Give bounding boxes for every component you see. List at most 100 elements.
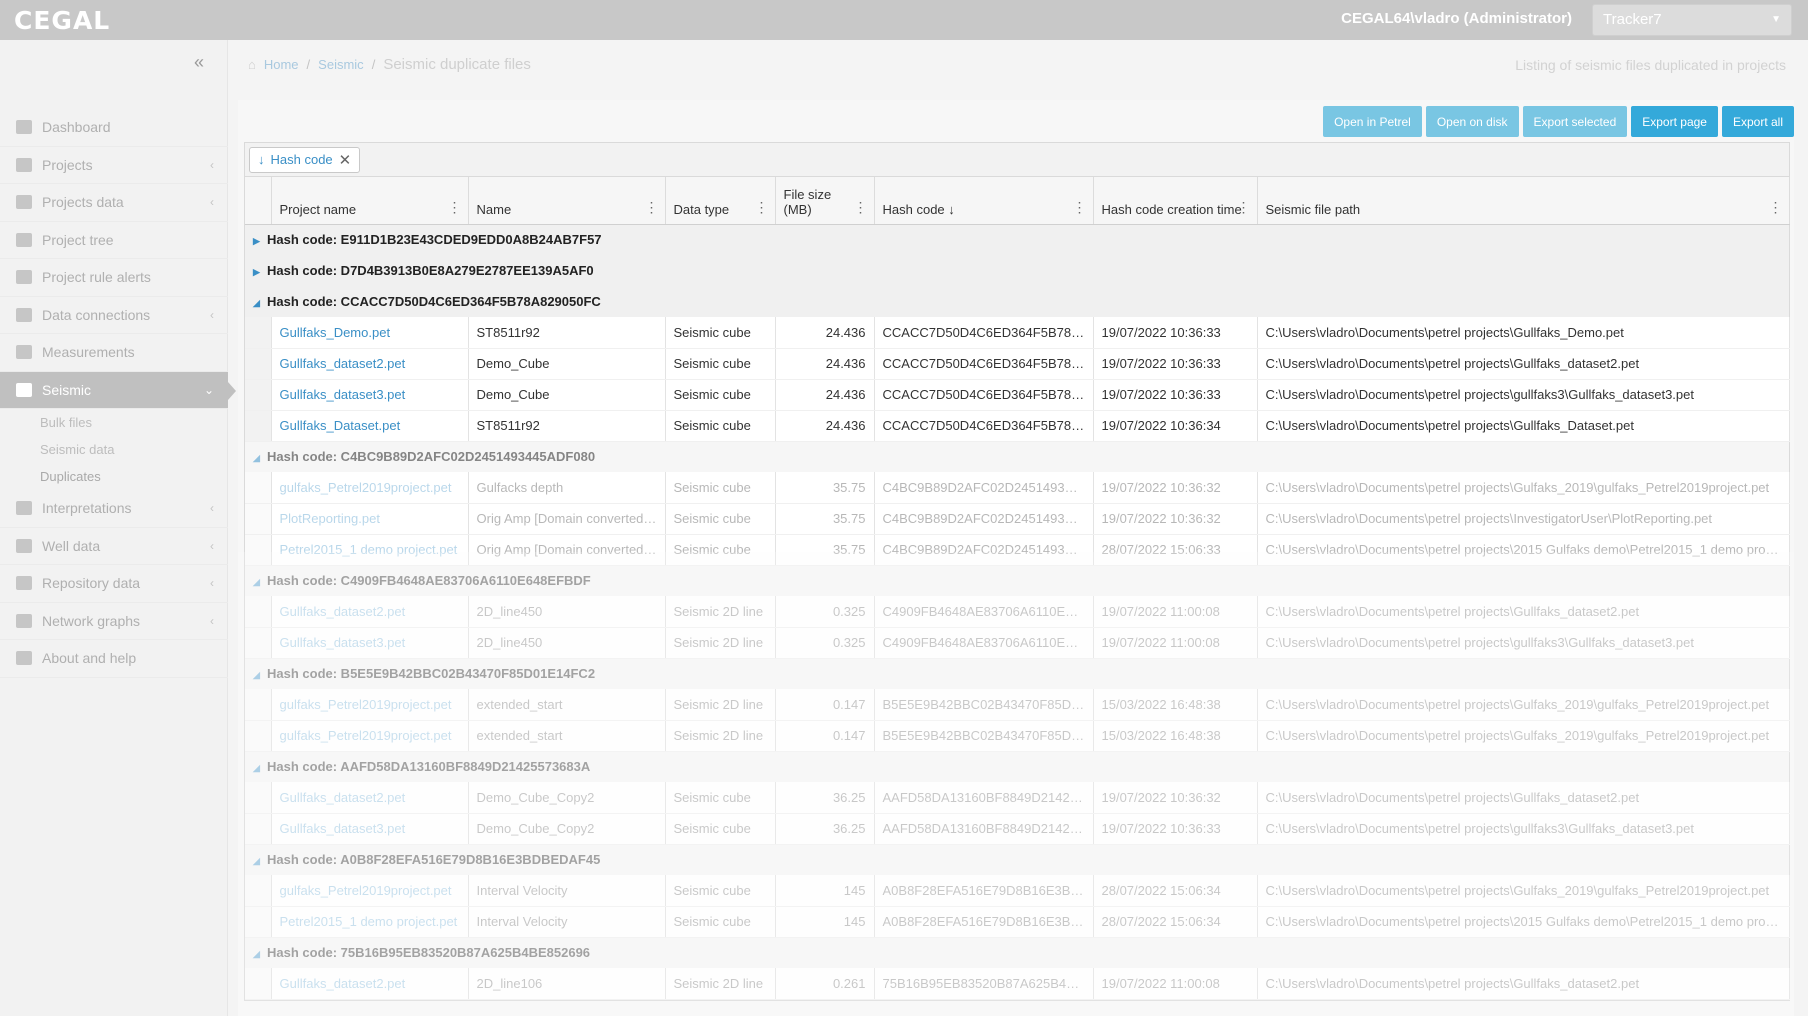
group-row[interactable]: ◢ Hash code: CCACC7D50D4C6ED364F5B78A8290… [245,286,1789,317]
cell-project-name[interactable]: gulfaks_Petrel2019project.pet [271,720,469,752]
cell-project-name[interactable]: Gullfaks_Dataset.pet [271,410,469,442]
group-row[interactable]: ◢ Hash code: C4909FB4648AE83706A6110E648E… [245,565,1789,596]
cell-project-name[interactable]: Gullfaks_dataset2.pet [271,596,469,628]
collapse-triangle-icon[interactable]: ◢ [253,949,267,960]
collapse-triangle-icon[interactable]: ◢ [253,670,267,681]
cell-project-name[interactable]: Gullfaks_Demo.pet [271,317,469,349]
cell-project-name[interactable]: Gullfaks_dataset2.pet [271,968,469,1000]
table-row[interactable]: gulfaks_Petrel2019project.pet extended_st… [245,720,1790,752]
collapse-triangle-icon[interactable]: ◢ [253,577,267,588]
sidebar-item-well-data[interactable]: Well data ‹ [0,528,228,565]
column-menu-icon[interactable]: ⋮ [1237,199,1251,216]
sidebar-item-interpretations[interactable]: Interpretations ‹ [0,490,228,528]
expand-triangle-icon[interactable]: ▶ [253,236,267,247]
sidebar-item-network-graphs[interactable]: Network graphs ‹ [0,603,228,640]
group-chip-hash-code[interactable]: ↓ Hash code ✕ [249,146,361,173]
sidebar-item-data-connections[interactable]: Data connections ‹ [0,297,228,334]
table-row[interactable]: Gullfaks_dataset2.pet Demo_Cube_Copy2 Seis… [245,782,1790,814]
export-page-button[interactable]: Export page [1631,106,1718,137]
cell-project-name[interactable]: PlotReporting.pet [271,503,469,535]
group-row[interactable]: ◢ Hash code: A0B8F28EFA516E79D8B16E3BDBED… [245,844,1789,875]
cell-project-name[interactable]: Gullfaks_dataset2.pet [271,348,469,380]
group-row[interactable]: ◢ Hash code: 75B16B95EB83520B87A625B4BE85… [245,937,1789,968]
column-menu-icon[interactable]: ⋮ [448,199,462,216]
sidebar-item-about-and-help[interactable]: About and help [0,640,228,678]
export-all-button[interactable]: Export all [1721,106,1794,137]
table-row[interactable]: PlotReporting.pet Orig Amp [Domain conver… [245,503,1790,535]
table-row[interactable]: Gullfaks_dataset3.pet Demo_Cube_Copy2 Seis… [245,813,1790,845]
sidebar-subitem-seismic-data[interactable]: Seismic data [0,436,228,463]
cell-seismic-file-path: C:\Users\vladro\Documents\petrel project… [1257,317,1790,349]
collapse-triangle-icon[interactable]: ◢ [253,763,267,774]
sidebar-item-seismic[interactable]: Seismic ⌄ [0,371,236,409]
table-row[interactable]: gulfaks_Petrel2019project.pet extended_st… [245,689,1790,721]
group-row[interactable]: ◢ Hash code: B5E5E9B42BBC02B43470F85D01E1… [245,658,1789,689]
table-row[interactable]: Gullfaks_dataset3.pet 2D_line450 Seismic 2… [245,627,1790,659]
column-header-project-name[interactable]: Project name ⋮ [271,177,469,225]
column-header-hash-code[interactable]: Hash code ↓ ⋮ [874,177,1094,225]
group-header-cell: ◢ Hash code: C4BC9B89D2AFC02D2451493445AD… [245,441,1789,472]
collapse-triangle-icon[interactable]: ◢ [253,856,267,867]
cell-file-size-mb: 0.325 [775,596,875,628]
table-row[interactable]: Gullfaks_dataset3.pet Demo_Cube Seismic cu… [245,379,1790,411]
table-row[interactable]: Gullfaks_dataset2.pet 2D_line450 Seismic 2… [245,596,1790,628]
cell-data-type: Seismic cube [665,906,776,938]
group-row[interactable]: ◢ Hash code: C4BC9B89D2AFC02D2451493445AD… [245,441,1789,472]
sidebar-item-project-tree[interactable]: Project tree [0,222,228,259]
column-header-label: Data type [673,201,730,217]
sidebar-item-projects[interactable]: Projects ‹ [0,147,228,184]
sidebar-item-project-rule-alerts[interactable]: Project rule alerts [0,259,228,297]
column-header-data-type[interactable]: Data type ⋮ [665,177,776,225]
table-row[interactable]: Gullfaks_dataset2.pet 2D_line106 Seismic 2… [245,968,1790,1000]
sidebar-item-dashboard[interactable]: Dashboard [0,109,228,147]
cell-project-name[interactable]: Gullfaks_dataset3.pet [271,379,469,411]
collapse-sidebar-icon[interactable]: « [194,52,204,73]
tracker-select[interactable]: Tracker7 ▼ [1592,4,1792,36]
table-row[interactable]: gulfaks_Petrel2019project.pet Gulfacks de… [245,472,1790,504]
column-menu-icon[interactable]: ⋮ [755,199,769,216]
cell-project-name[interactable]: Gullfaks_dataset2.pet [271,782,469,814]
collapse-triangle-icon[interactable]: ◢ [253,453,267,464]
cell-project-name[interactable]: Gullfaks_dataset3.pet [271,627,469,659]
collapse-triangle-icon[interactable]: ◢ [253,298,267,309]
table-row[interactable]: Gullfaks_dataset2.pet Demo_Cube Seismic cu… [245,348,1790,380]
expand-triangle-icon[interactable]: ▶ [253,267,267,278]
column-header-seismic-file-path[interactable]: Seismic file path ⋮ [1257,177,1790,225]
column-menu-icon[interactable]: ⋮ [1073,199,1087,216]
column-menu-icon[interactable]: ⋮ [1769,199,1783,216]
sidebar-item-projects-data[interactable]: Projects data ‹ [0,184,228,222]
table-row[interactable]: gulfaks_Petrel2019project.pet Interval Ve… [245,875,1790,907]
column-header-name[interactable]: Name ⋮ [468,177,666,225]
sidebar-subitem-duplicates[interactable]: Duplicates [0,463,228,490]
breadcrumb-home[interactable]: Home [264,57,299,72]
sidebar-item-measurements[interactable]: Measurements [0,334,228,372]
cell-project-name[interactable]: gulfaks_Petrel2019project.pet [271,875,469,907]
group-row[interactable]: ◢ Hash code: AAFD58DA13160BF8849D21425573… [245,751,1789,782]
cell-project-name[interactable]: Petrel2015_1 demo project.pet [271,906,469,938]
export-selected-button[interactable]: Export selected [1522,106,1628,137]
row-indent-cell [245,720,272,752]
table-row[interactable]: Petrel2015_1 demo project.pet Interval Ve… [245,906,1790,938]
column-header-file-size-mb[interactable]: File size (MB) ⋮ [775,177,875,225]
cell-project-name[interactable]: gulfaks_Petrel2019project.pet [271,472,469,504]
column-menu-icon[interactable]: ⋮ [854,199,868,216]
cell-project-name[interactable]: gulfaks_Petrel2019project.pet [271,689,469,721]
group-row[interactable]: ▶ Hash code: E911D1B23E43CDED9EDD0A8B24AB… [245,224,1789,255]
cell-hash-code: B5E5E9B42BBC02B43470F85D01E14FC2 [874,720,1094,752]
cell-project-name[interactable]: Petrel2015_1 demo project.pet [271,534,469,566]
sidebar-item-repository-data[interactable]: Repository data ‹ [0,565,228,603]
table-row[interactable]: Petrel2015_1 demo project.pet Orig Amp [D… [245,534,1790,566]
sidebar-subitem-bulk-files[interactable]: Bulk files [0,409,228,436]
group-row[interactable]: ▶ Hash code: D7D4B3913B0E8A279E2787EE139A… [245,255,1789,286]
cell-project-name[interactable]: Gullfaks_dataset3.pet [271,813,469,845]
user-label[interactable]: CEGAL64\vladro (Administrator) [1341,10,1572,27]
cell-hash-code-creation-time: 19/07/2022 11:00:08 [1093,627,1258,659]
open-on-disk-button[interactable]: Open on disk [1425,106,1519,137]
column-menu-icon[interactable]: ⋮ [645,199,659,216]
close-icon[interactable]: ✕ [339,151,352,169]
column-header-hash-code-creation-time[interactable]: Hash code creation time ⋮ [1093,177,1258,225]
breadcrumb-seismic[interactable]: Seismic [318,57,364,72]
open-in-petrel-button[interactable]: Open in Petrel [1323,106,1422,137]
table-row[interactable]: Gullfaks_Dataset.pet ST8511r92 Seismic cub… [245,410,1790,442]
table-row[interactable]: Gullfaks_Demo.pet ST8511r92 Seismic cube 24… [245,317,1790,349]
